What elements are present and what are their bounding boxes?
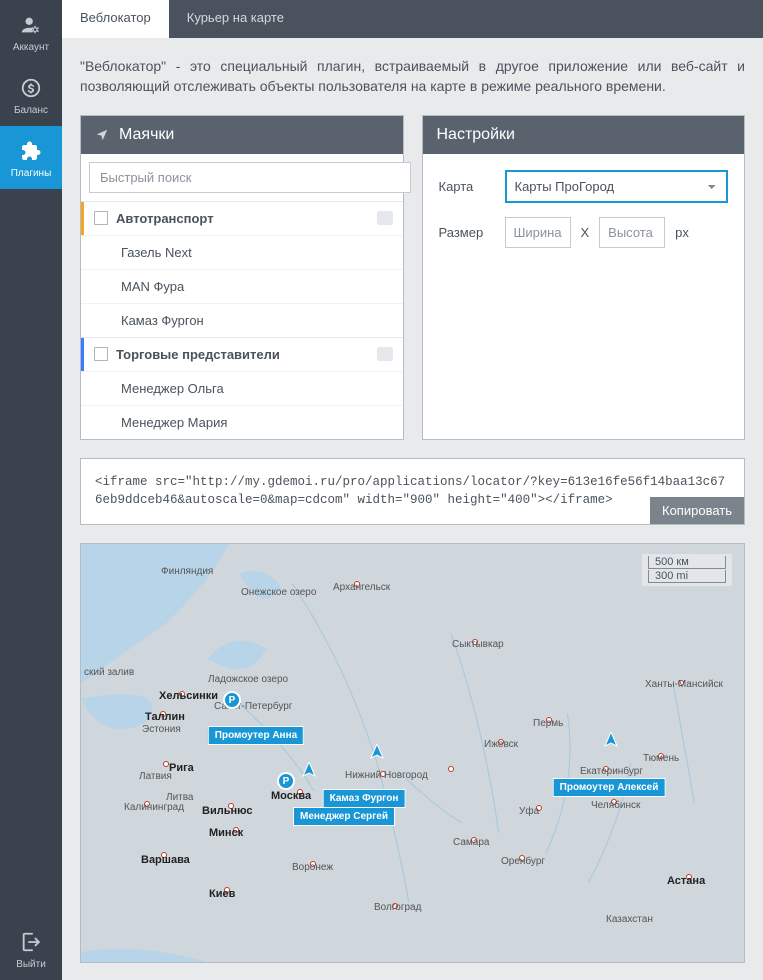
city-label: Челябинск (591, 800, 640, 811)
scale-mi: 300 mi (648, 570, 726, 583)
sidebar-item-label: Плагины (11, 168, 52, 179)
embed-code-text[interactable]: <iframe src="http://my.gdemoi.ru/pro/app… (95, 473, 730, 525)
city-dot (448, 766, 454, 772)
tab-courier-on-map[interactable]: Курьер на карте (169, 0, 302, 38)
tree-group-sales-reps[interactable]: Торговые представители (81, 338, 403, 371)
arrow-marker-icon[interactable] (369, 744, 385, 764)
plugin-description: "Веблокатор" - это специальный плагин, в… (80, 56, 745, 97)
arrow-marker-icon[interactable] (301, 762, 317, 782)
logout-icon (18, 929, 44, 955)
sidebar-item-label: Выйти (16, 959, 46, 970)
object-label[interactable]: Камаз Фургон (323, 789, 406, 808)
object-label[interactable]: Промоутер Алексей (553, 778, 666, 797)
group-checkbox[interactable] (94, 347, 108, 361)
city-label-bold: Таллин (145, 711, 185, 723)
arrow-marker-icon[interactable] (603, 732, 619, 752)
sidebar-item-balance[interactable]: Баланс (0, 63, 62, 126)
tree-item[interactable]: MAN Фура (81, 269, 403, 303)
settings-header: Настройки (423, 116, 745, 154)
city-label: Ладожское озеро (208, 674, 288, 685)
map-scale: 500 км 300 mi (642, 554, 732, 586)
city-label: Архангельск (333, 582, 390, 593)
map-select[interactable]: Карты ПроГород (505, 170, 729, 203)
width-input[interactable] (505, 217, 571, 248)
sidebar: Аккаунт Баланс Плагины Выйти (0, 0, 62, 980)
px-label: px (675, 225, 689, 240)
city-label-bold: Москва (271, 790, 311, 802)
group-title: Автотранспорт (116, 211, 369, 226)
puzzle-icon (18, 138, 44, 164)
city-label: Самара (453, 837, 489, 848)
city-label: Тюмень (643, 753, 679, 764)
city-label-bold: Варшава (141, 854, 190, 866)
city-label: Финляндия (161, 566, 213, 577)
location-arrow-icon (95, 127, 111, 143)
city-label-bold: Киев (209, 888, 235, 900)
city-label: Воронеж (292, 862, 333, 873)
map-label: Карта (439, 179, 495, 194)
height-input[interactable] (599, 217, 665, 248)
city-label: Волгоград (374, 902, 421, 913)
tree-item[interactable]: Менеджер Мария (81, 405, 403, 439)
city-label: ский залив (84, 667, 134, 678)
dollar-circle-icon (18, 75, 44, 101)
sidebar-item-account[interactable]: Аккаунт (0, 0, 62, 63)
scale-km: 500 км (648, 556, 726, 569)
tabs: Веблокатор Курьер на карте (62, 0, 763, 38)
copy-button[interactable]: Копировать (650, 497, 744, 524)
group-checkbox[interactable] (94, 211, 108, 225)
size-label: Размер (439, 225, 495, 240)
settings-title: Настройки (437, 126, 515, 144)
embed-code-box: <iframe src="http://my.gdemoi.ru/pro/app… (80, 458, 745, 526)
city-label: Ижевск (484, 739, 518, 750)
city-label: Оренбург (501, 856, 545, 867)
tree-item[interactable]: Камаз Фургон (81, 303, 403, 337)
parking-marker-icon[interactable]: P (223, 691, 241, 709)
city-label: Уфа (519, 806, 539, 817)
user-gear-icon (18, 12, 44, 38)
city-label-bold: Хельсинки (159, 690, 218, 702)
group-title: Торговые представители (116, 347, 369, 362)
city-label-bold: Астана (667, 875, 705, 887)
city-label: Пермь (533, 718, 563, 729)
sidebar-item-label: Баланс (14, 105, 48, 116)
settings-panel: Настройки Карта Карты ПроГород Размер (422, 115, 746, 440)
tree-item[interactable]: Менеджер Ольга (81, 371, 403, 405)
city-label: Ханты-Мансийск (645, 679, 723, 690)
city-label: Казахстан (606, 914, 653, 925)
sidebar-item-logout[interactable]: Выйти (0, 917, 62, 980)
city-label: Нижний Новгород (345, 770, 428, 781)
city-label-bold: Минск (209, 827, 243, 839)
object-label[interactable]: Менеджер Сергей (293, 807, 395, 826)
beacons-title: Маячки (119, 126, 174, 144)
sidebar-item-plugins[interactable]: Плагины (0, 126, 62, 189)
comment-icon[interactable] (377, 347, 393, 361)
city-label: Латвия (139, 771, 172, 782)
tree-group-autotransport[interactable]: Автотранспорт (81, 202, 403, 235)
sidebar-item-label: Аккаунт (13, 42, 49, 53)
city-label: Онежское озеро (241, 587, 316, 598)
city-label: Сыктывкар (452, 639, 504, 650)
map-preview[interactable]: 500 км 300 mi Финляндия Онежское озеро Арх… (80, 543, 745, 963)
city-label: Эстония (142, 724, 181, 735)
city-label-bold: Рига (169, 762, 194, 774)
content: "Веблокатор" - это специальный плагин, в… (62, 38, 763, 980)
beacons-header: Маячки (81, 116, 403, 154)
tree-item[interactable]: Газель Next (81, 235, 403, 269)
main-area: Веблокатор Курьер на карте "Веблокатор" … (62, 0, 763, 980)
beacons-panel: Маячки Автотранспорт Газель Next MAN Фур… (80, 115, 404, 440)
parking-marker-icon[interactable]: P (277, 772, 295, 790)
city-label: Калининград (124, 802, 184, 813)
city-label-bold: Вильнюс (202, 805, 252, 817)
object-label[interactable]: Промоутер Анна (208, 726, 304, 745)
tab-weblocator[interactable]: Веблокатор (62, 0, 169, 38)
size-separator: X (581, 225, 590, 240)
comment-icon[interactable] (377, 211, 393, 225)
beacons-search-input[interactable] (89, 162, 411, 193)
city-label: Екатеринбург (580, 766, 643, 777)
